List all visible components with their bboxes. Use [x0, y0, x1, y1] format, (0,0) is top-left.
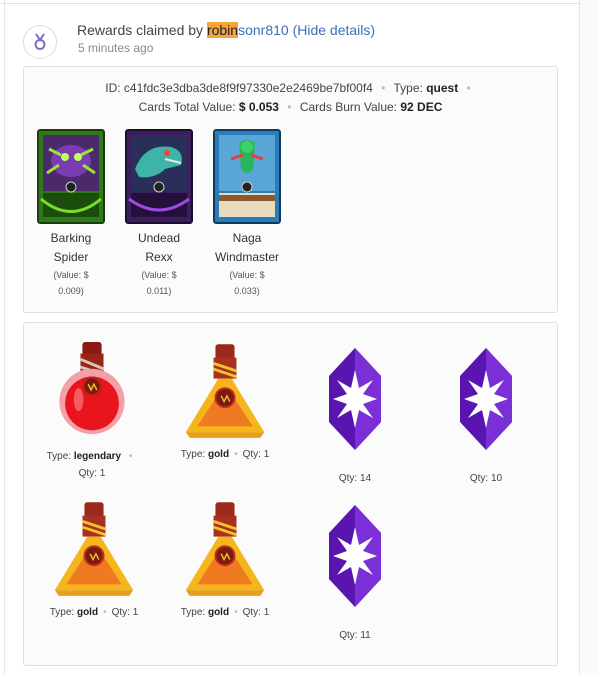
- user-link[interactable]: robinsonr810: [206, 22, 289, 38]
- reward-item-gold-potion[interactable]: Type: gold • Qty: 1: [44, 500, 144, 618]
- id-label: ID:: [105, 81, 124, 95]
- medal-icon: [34, 33, 46, 50]
- reward-item-legendary-potion[interactable]: Type: legendary • Qty: 1: [44, 342, 140, 479]
- purple-crystal-icon: [329, 348, 381, 450]
- gold-potion-icon: [51, 500, 137, 600]
- reward-id-line: ID: c41fdc3e3dba3de8f9f97330e2e2469be7bf…: [24, 81, 557, 95]
- burn-value: 92 DEC: [400, 100, 443, 114]
- reward-qty: Qty: 14: [338, 473, 372, 484]
- card-naga-windmaster[interactable]: Naga Windmaster (Value: $0.033): [213, 129, 281, 299]
- timestamp: 5 minutes ago: [78, 41, 154, 55]
- card-value: (Value: $0.011): [141, 270, 177, 296]
- username-highlight: robin: [206, 22, 239, 38]
- separator-dot: •: [466, 81, 471, 95]
- legendary-potion-icon: [53, 342, 131, 438]
- reward-icon: [23, 25, 57, 59]
- activity-header: Rewards claimed by robinsonr810 (Hide de…: [77, 22, 375, 38]
- reward-summary-panel: ID: c41fdc3e3dba3de8f9f97330e2e2469be7bf…: [23, 66, 558, 313]
- card-art: [213, 129, 281, 224]
- top-divider: [0, 0, 598, 4]
- cards-total-value: $ 0.053: [238, 100, 279, 114]
- card-name: Naga Windmaster: [214, 231, 279, 264]
- card-values-line: Cards Total Value: $ 0.053 • Cards Burn …: [24, 100, 557, 114]
- reward-type: Type: legendary •: [46, 451, 133, 462]
- card-art: [125, 129, 193, 224]
- reward-item-crystal[interactable]: Qty: 14: [320, 348, 390, 484]
- type-label: Type:: [393, 81, 427, 95]
- burn-label: Cards Burn Value:: [299, 100, 401, 114]
- type-value: quest: [426, 81, 459, 95]
- reward-item-gold-potion[interactable]: Type: gold • Qty: 1: [175, 500, 275, 618]
- purple-crystal-icon: [460, 348, 512, 450]
- left-border: [4, 0, 5, 675]
- separator-dot: •: [287, 100, 292, 114]
- reward-qty: Qty: 10: [469, 473, 503, 484]
- gold-potion-icon: [182, 500, 268, 600]
- reward-item-crystal[interactable]: Qty: 11: [320, 505, 390, 641]
- card-art: [37, 129, 105, 224]
- card-name: Barking Spider: [50, 231, 92, 264]
- reward-item-gold-potion[interactable]: Type: gold • Qty: 1: [175, 342, 275, 460]
- reward-type: Type: gold • Qty: 1: [180, 449, 270, 460]
- id-value: c41fdc3e3dba3de8f9f97330e2e2469be7bf00f4: [123, 81, 373, 95]
- card-name: Undead Rexx: [137, 231, 181, 264]
- header-prefix: Rewards claimed by: [77, 22, 207, 38]
- reward-item-crystal[interactable]: Qty: 10: [451, 348, 521, 484]
- scrollbar-track[interactable]: [580, 0, 598, 675]
- card-value: (Value: $0.033): [229, 270, 265, 296]
- purple-crystal-icon: [329, 505, 381, 607]
- gold-potion-icon: [182, 342, 268, 442]
- card-undead-rexx[interactable]: Undead Rexx (Value: $0.011): [125, 129, 193, 299]
- card-value: (Value: $0.009): [53, 270, 89, 296]
- username-rest: sonr810: [238, 22, 289, 38]
- reward-type: Type: gold • Qty: 1: [180, 607, 270, 618]
- card-barking-spider[interactable]: Barking Spider (Value: $0.009): [37, 129, 105, 299]
- hide-details-link[interactable]: (Hide details): [293, 22, 375, 38]
- reward-qty: Qty: 1: [78, 468, 106, 479]
- cards-total-label: Cards Total Value:: [138, 100, 239, 114]
- separator-dot: •: [381, 81, 386, 95]
- reward-type: Type: gold • Qty: 1: [49, 607, 139, 618]
- reward-qty: Qty: 11: [339, 630, 371, 641]
